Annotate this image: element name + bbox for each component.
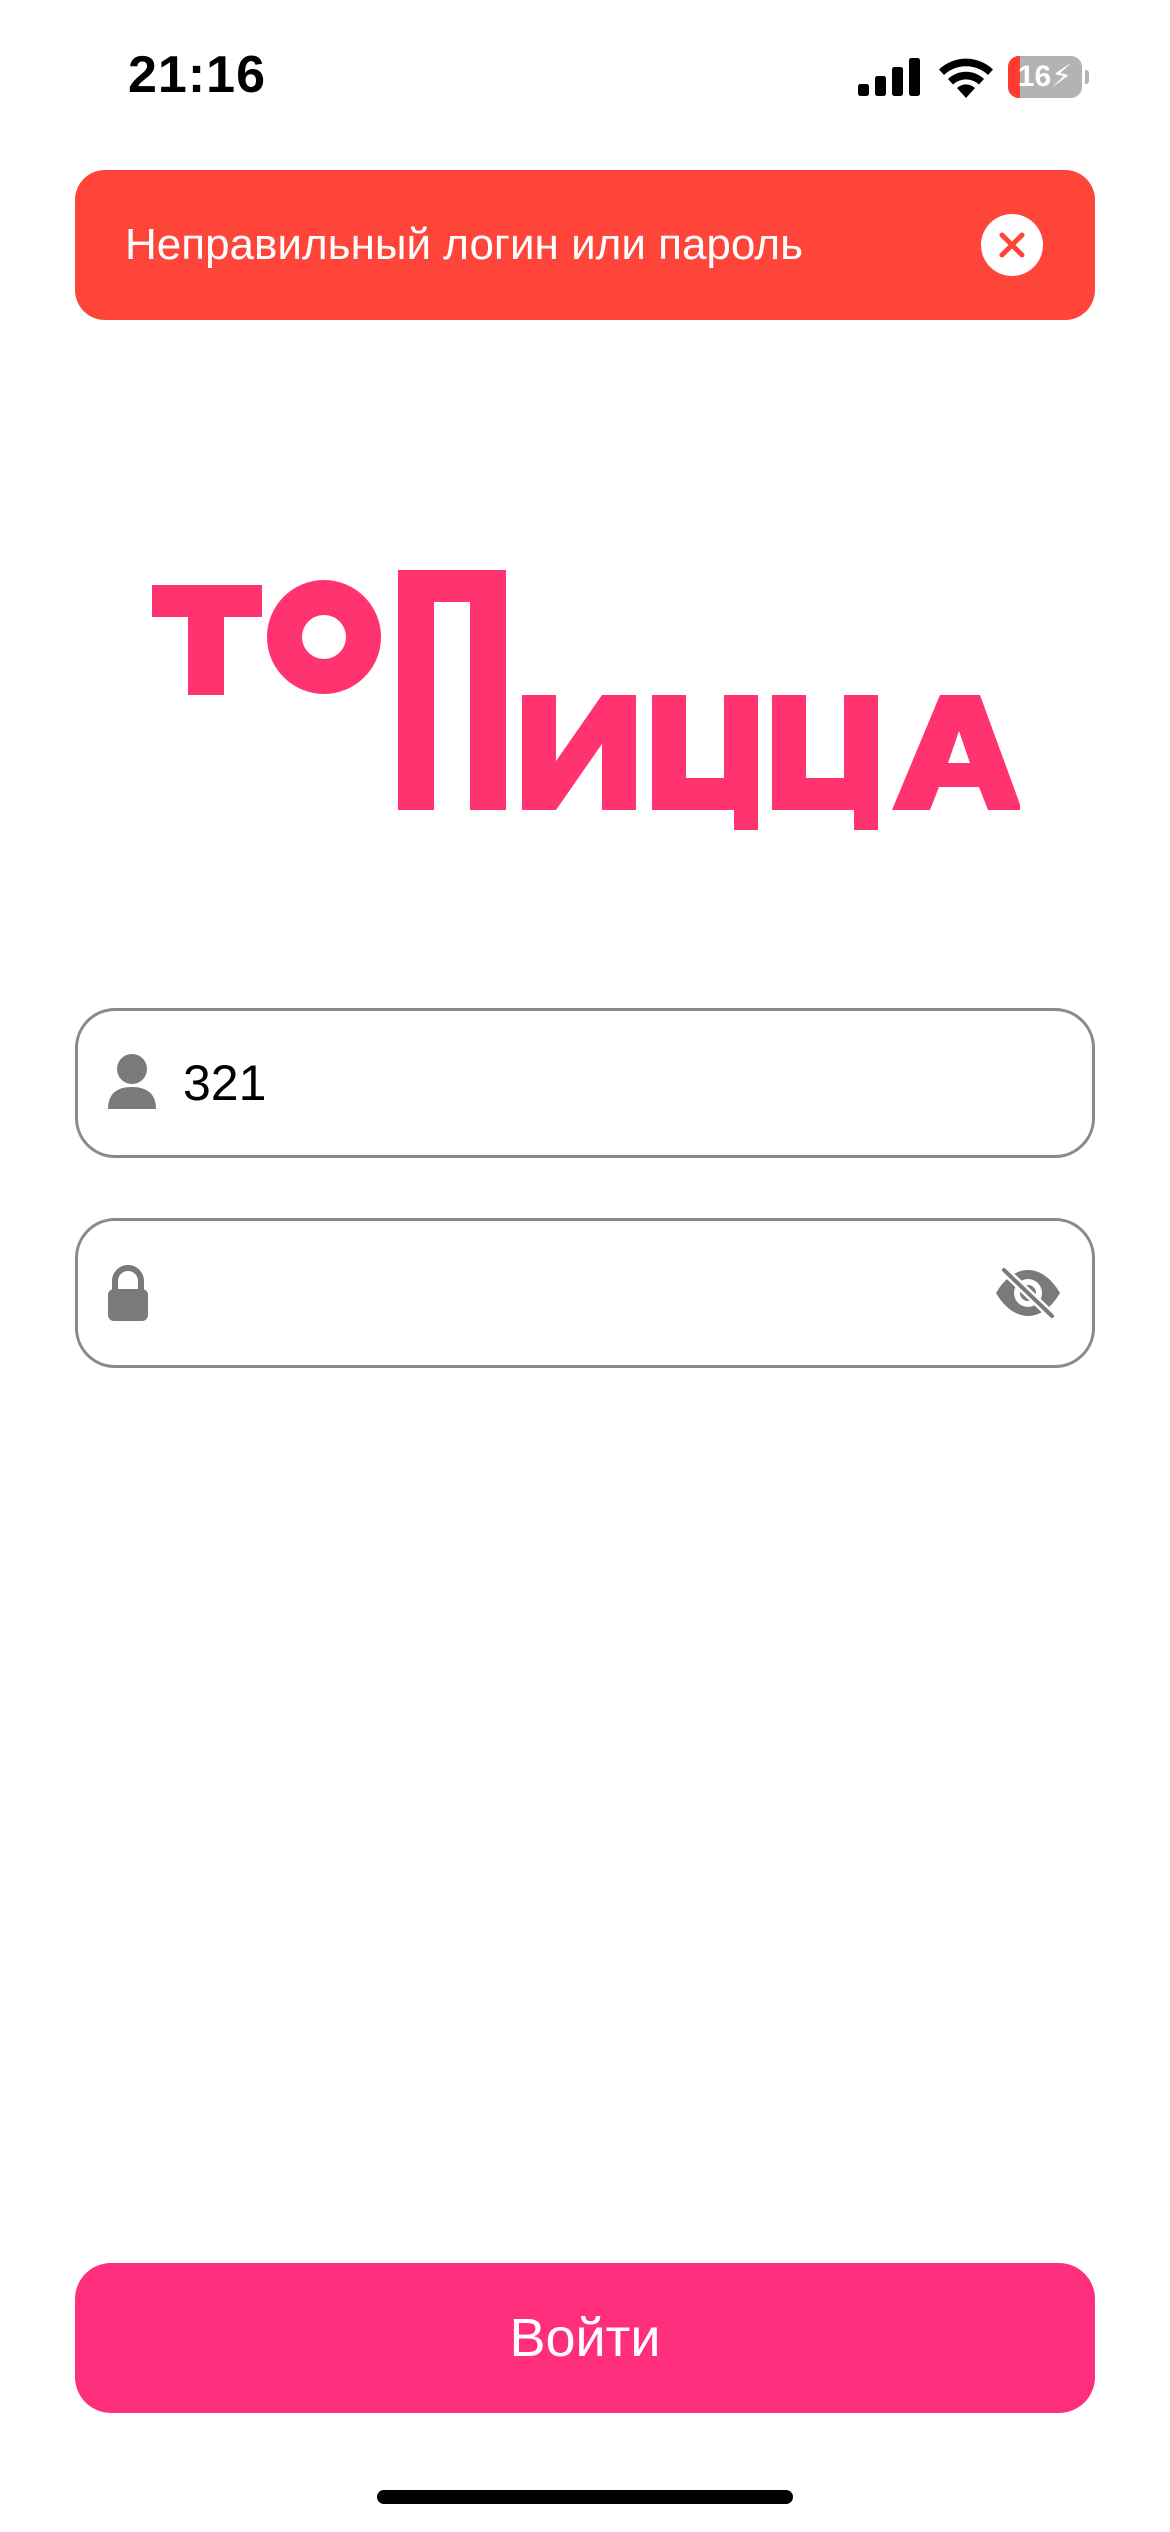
login-button[interactable]: Войти	[75, 2263, 1095, 2413]
wifi-icon	[939, 58, 993, 98]
home-indicator[interactable]	[377, 2490, 793, 2504]
battery-level-text: 16⚡	[1008, 56, 1082, 98]
battery-body: 16⚡	[1008, 56, 1082, 98]
password-input[interactable]	[183, 1221, 943, 1365]
lock-icon	[108, 1265, 148, 1321]
status-bar: 21:16 16⚡	[0, 0, 1170, 150]
cellular-signal-icon	[858, 58, 920, 96]
close-error-button[interactable]	[981, 214, 1043, 276]
battery-percent: 16	[1017, 60, 1052, 93]
charging-bolt-icon: ⚡	[1051, 60, 1073, 93]
battery-cap	[1085, 70, 1089, 84]
topizza-logo	[152, 570, 1020, 830]
battery-indicator: 16⚡	[1008, 56, 1089, 98]
status-time: 21:16	[128, 46, 266, 104]
login-input[interactable]	[183, 1011, 943, 1155]
eye-slash-icon[interactable]	[992, 1266, 1064, 1320]
login-field[interactable]	[75, 1008, 1095, 1158]
error-message: Неправильный логин или пароль	[125, 220, 804, 269]
close-icon	[999, 232, 1025, 258]
person-icon	[108, 1054, 156, 1109]
password-field[interactable]	[75, 1218, 1095, 1368]
error-banner: Неправильный логин или пароль	[75, 170, 1095, 320]
